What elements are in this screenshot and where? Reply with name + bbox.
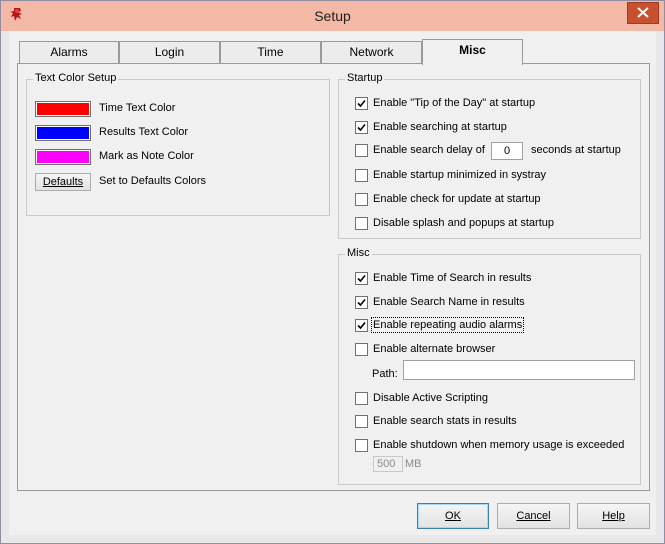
memory-unit-label: MB — [405, 458, 422, 470]
search-stats-label: Enable search stats in results — [373, 415, 517, 427]
window-title: Setup — [314, 8, 351, 24]
search-delay-label: Enable search delay of — [373, 144, 485, 156]
text-color-setup-group: Text Color Setup Time Text Color Results… — [26, 72, 330, 216]
search-name-checkbox[interactable] — [355, 296, 368, 309]
note-color-swatch[interactable] — [35, 149, 91, 165]
search-name-label: Enable Search Name in results — [373, 296, 525, 308]
help-button[interactable]: Help — [577, 503, 650, 529]
ok-button-label: OK — [445, 510, 461, 522]
search-stats-checkbox[interactable] — [355, 415, 368, 428]
check-update-label: Enable check for update at startup — [373, 193, 541, 205]
time-text-color-label: Time Text Color — [99, 102, 176, 114]
shutdown-memory-checkbox[interactable] — [355, 439, 368, 452]
group-title: Startup — [345, 72, 385, 84]
note-color-label: Mark as Note Color — [99, 150, 194, 162]
browser-path-input[interactable] — [403, 360, 635, 380]
time-of-search-checkbox[interactable] — [355, 272, 368, 285]
help-button-label: Help — [602, 510, 625, 522]
dialog-client: Alarms Login Time Network Misc Text Colo… — [9, 31, 656, 535]
tab-login[interactable]: Login — [119, 41, 220, 63]
group-title: Misc — [345, 247, 372, 259]
time-of-search-label: Enable Time of Search in results — [373, 272, 532, 284]
startup-group: Startup Enable "Tip of the Day" at start… — [338, 72, 641, 239]
checkmark-icon — [357, 298, 366, 307]
searching-at-startup-label: Enable searching at startup — [373, 121, 507, 133]
misc-group: Misc Enable Time of Search in results En… — [338, 247, 641, 485]
repeating-audio-checkbox[interactable] — [355, 319, 368, 332]
tip-of-day-checkbox[interactable] — [355, 97, 368, 110]
cancel-button-label: Cancel — [516, 510, 551, 522]
checkmark-icon — [357, 274, 366, 283]
searching-at-startup-checkbox[interactable] — [355, 121, 368, 134]
close-button[interactable] — [627, 2, 659, 24]
startup-minimized-checkbox[interactable] — [355, 169, 368, 182]
defaults-button-label: Defaults — [42, 176, 84, 188]
path-label: Path: — [372, 368, 398, 380]
results-text-color-swatch[interactable] — [35, 125, 91, 141]
defaults-button[interactable]: Defaults — [35, 173, 91, 191]
disable-splash-label: Disable splash and popups at startup — [373, 217, 555, 229]
alternate-browser-label: Enable alternate browser — [373, 343, 496, 355]
search-delay-checkbox[interactable] — [355, 144, 368, 157]
tab-alarms[interactable]: Alarms — [19, 41, 119, 63]
shutdown-memory-label: Enable shutdown when memory usage is exc… — [373, 439, 625, 451]
tab-time[interactable]: Time — [220, 41, 321, 63]
tip-of-day-label: Enable "Tip of the Day" at startup — [373, 97, 536, 109]
cancel-button[interactable]: Cancel — [497, 503, 570, 529]
repeating-audio-label: Enable repeating audio alarms — [370, 317, 525, 333]
check-update-checkbox[interactable] — [355, 193, 368, 206]
disable-scripting-checkbox[interactable] — [355, 392, 368, 405]
memory-limit-input[interactable]: 500 — [373, 456, 403, 472]
setup-window: Setup Alarms Login Time Network Misc Tex… — [0, 0, 665, 544]
checkmark-icon — [357, 321, 366, 330]
search-delay-input[interactable]: 0 — [491, 142, 523, 160]
group-title: Text Color Setup — [33, 72, 119, 84]
defaults-label: Set to Defaults Colors — [99, 175, 206, 187]
tab-network[interactable]: Network — [321, 41, 422, 63]
close-icon — [637, 7, 649, 18]
disable-scripting-label: Disable Active Scripting — [373, 392, 488, 404]
tab-misc[interactable]: Misc — [422, 39, 523, 65]
checkmark-icon — [357, 99, 366, 108]
disable-splash-checkbox[interactable] — [355, 217, 368, 230]
time-text-color-swatch[interactable] — [35, 101, 91, 117]
alternate-browser-checkbox[interactable] — [355, 343, 368, 356]
misc-tab-panel: Text Color Setup Time Text Color Results… — [17, 63, 650, 491]
search-delay-suffix: seconds at startup — [531, 144, 621, 156]
startup-minimized-label: Enable startup minimized in systray — [373, 169, 547, 181]
checkmark-icon — [357, 123, 366, 132]
results-text-color-label: Results Text Color — [99, 126, 189, 138]
title-bar[interactable]: Setup — [1, 1, 664, 31]
ok-button[interactable]: OK — [417, 503, 489, 529]
